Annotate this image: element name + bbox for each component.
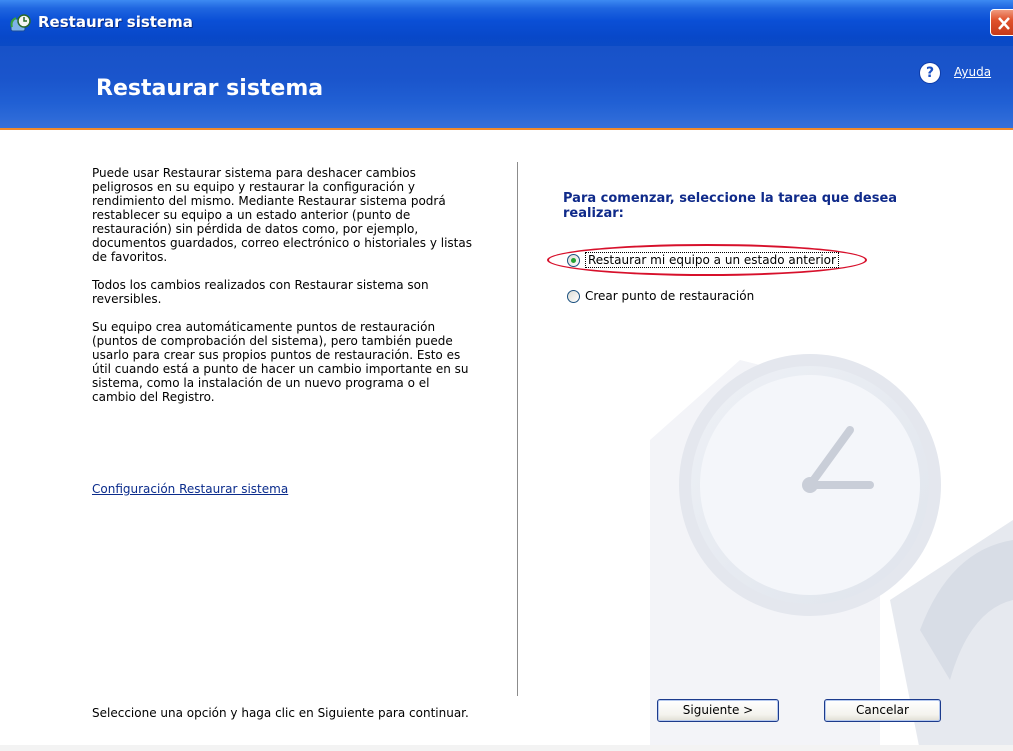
description: Puede usar Restaurar sistema para deshac… [92, 166, 472, 418]
system-restore-icon [10, 14, 31, 32]
clock-restore-watermark [650, 354, 1013, 751]
wizard-header: Restaurar sistema ? Ayuda [0, 46, 1013, 130]
radio-button[interactable] [567, 289, 580, 303]
bottom-border [0, 745, 1013, 751]
page-title: Restaurar sistema [96, 76, 324, 101]
next-button[interactable]: Siguiente > [657, 699, 779, 722]
description-paragraph: Puede usar Restaurar sistema para deshac… [92, 166, 472, 264]
radio-button[interactable] [567, 253, 580, 267]
description-paragraph: Todos los cambios realizados con Restaur… [92, 278, 429, 306]
close-icon [998, 17, 1010, 30]
restore-option[interactable]: Restaurar mi equipo a un estado anterior [567, 251, 839, 269]
create-point-option[interactable]: Crear punto de restauración [567, 287, 754, 305]
help-icon[interactable]: ? [920, 63, 940, 83]
column-divider [517, 162, 518, 696]
title-bar: Restaurar sistema [0, 0, 1013, 46]
close-button[interactable] [990, 9, 1013, 36]
window-title: Restaurar sistema [38, 13, 193, 31]
description-paragraph: Su equipo crea automáticamente puntos de… [92, 320, 469, 404]
task-heading: Para comenzar, seleccione la tarea que d… [563, 191, 898, 221]
restore-option-label[interactable]: Restaurar mi equipo a un estado anterior [585, 252, 839, 268]
instruction-text: Seleccione una opción y haga clic en Sig… [92, 706, 469, 720]
help-link[interactable]: Ayuda [954, 65, 991, 79]
settings-link[interactable]: Configuración Restaurar sistema [92, 482, 288, 496]
create-point-option-label[interactable]: Crear punto de restauración [585, 289, 754, 303]
cancel-button[interactable]: Cancelar [824, 699, 941, 722]
